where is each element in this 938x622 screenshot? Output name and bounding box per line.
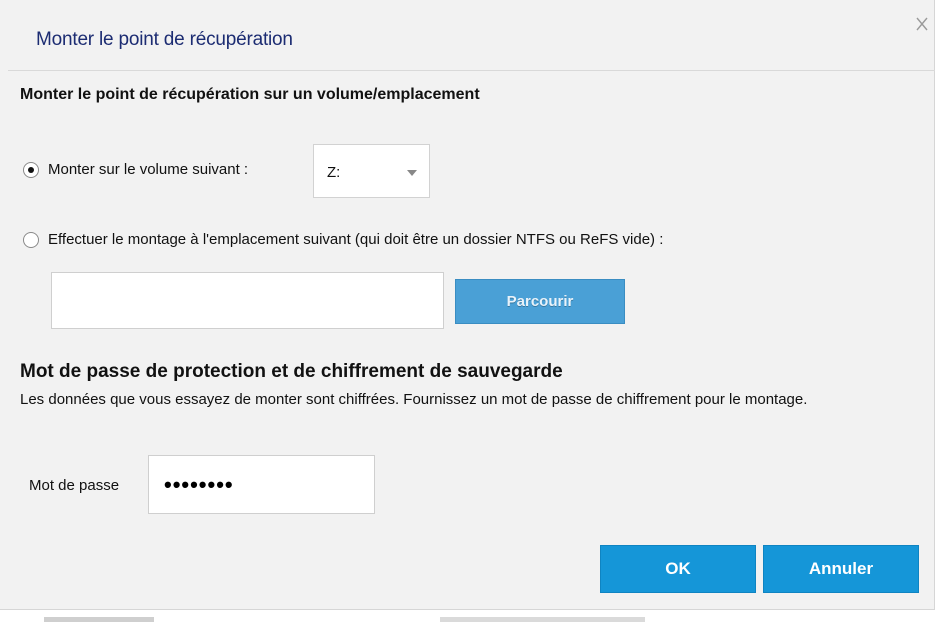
volume-radio-label: Monter sur le volume suivant : <box>48 161 249 178</box>
dialog-title: Monter le point de récupération <box>36 29 293 50</box>
mount-path-option[interactable]: Effectuer le montage à l'emplacement sui… <box>23 231 663 248</box>
background-content-fragment <box>44 617 154 622</box>
background-content-fragment <box>440 617 645 622</box>
path-radio-label: Effectuer le montage à l'emplacement sui… <box>48 231 664 248</box>
mount-recovery-point-dialog: Monter le point de récupération Monter l… <box>0 0 935 610</box>
chevron-down-icon <box>407 170 417 176</box>
browse-button[interactable]: Parcourir <box>455 279 625 324</box>
volume-radio[interactable] <box>23 161 39 178</box>
ok-button[interactable]: OK <box>600 545 756 593</box>
volume-dropdown[interactable]: Z: <box>313 144 430 198</box>
close-icon[interactable] <box>914 16 930 32</box>
encryption-section-title: Mot de passe de protection et de chiffre… <box>20 361 563 382</box>
mount-section-title: Monter le point de récupération sur un v… <box>20 86 480 103</box>
path-radio[interactable] <box>23 231 39 248</box>
encryption-description: Les données que vous essayez de monter s… <box>20 391 808 408</box>
password-label: Mot de passe <box>29 477 120 494</box>
mount-volume-option[interactable]: Monter sur le volume suivant : <box>23 161 248 178</box>
close-icon-glyph <box>916 17 928 31</box>
title-divider <box>8 70 935 71</box>
cancel-button[interactable]: Annuler <box>763 545 919 593</box>
volume-selected-value: Z: <box>327 164 341 181</box>
password-field[interactable]: •••••••• <box>148 455 375 514</box>
mount-path-input[interactable] <box>51 272 444 329</box>
